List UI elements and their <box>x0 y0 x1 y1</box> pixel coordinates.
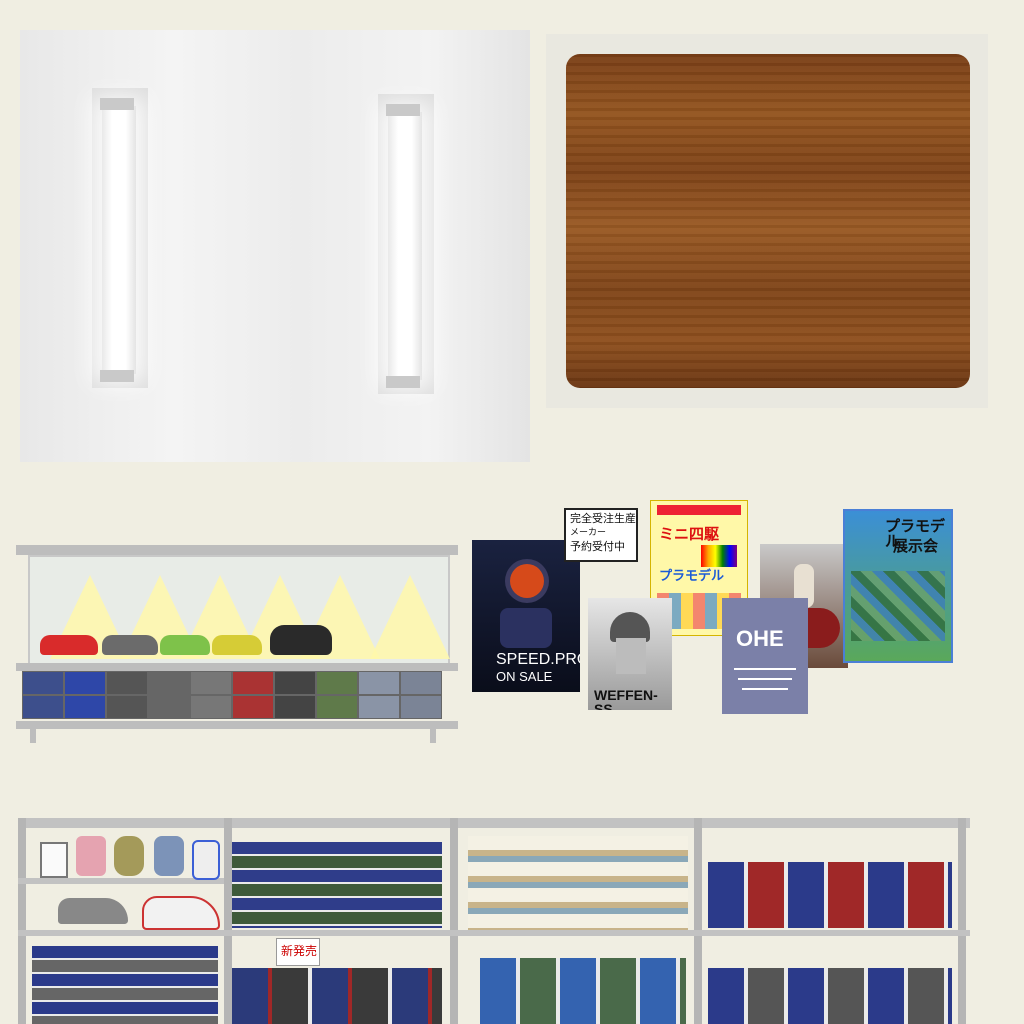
shelf-sign-text: 新発売 <box>281 944 318 958</box>
notice-line-2: メーカー <box>570 527 607 537</box>
ceiling-lamp-right <box>378 94 434 394</box>
glass-case <box>28 555 450 665</box>
case-top-rail <box>16 545 458 555</box>
figure-stand <box>40 842 68 878</box>
model-car-gray <box>102 635 158 655</box>
notice-line-3: 予約受付中 <box>570 541 625 553</box>
display-case <box>16 545 458 745</box>
weffen-label: WEFFEN-SS <box>594 687 658 710</box>
poster-notice[interactable]: 完全受注生産 メーカー 予約受付中 <box>564 508 638 562</box>
plamodel-subtitle: 展示会 <box>893 538 939 555</box>
kit-box-row <box>22 671 452 721</box>
case-bottom-rail <box>16 721 458 729</box>
train-models-rack <box>468 836 688 930</box>
wood-panel <box>566 54 970 388</box>
poster-weffen[interactable]: WEFFEN-SS <box>588 598 672 710</box>
shelf-sign: 新発売 <box>276 938 320 966</box>
notice-line-1: 完全受注生産 <box>570 513 636 525</box>
case-middle-rail <box>16 663 458 671</box>
kit-stack-right-lower <box>708 968 952 1024</box>
poster-plamodel-expo[interactable]: プラモデル 展示会 <box>843 509 953 663</box>
kit-stack-tanks <box>232 842 442 928</box>
mini4wd-title: ミニ四駆 <box>659 526 720 543</box>
model-car-green <box>160 635 210 655</box>
model-car-yellow <box>212 635 262 655</box>
kit-stack-center <box>480 958 686 1024</box>
robot-figure-blue <box>154 836 184 876</box>
vehicle-model-gray <box>58 898 128 924</box>
model-car-red <box>40 635 98 655</box>
kit-stack-cars <box>232 968 442 1024</box>
kit-stack-right-upper <box>708 862 952 928</box>
mini4wd-subtitle: プラモデル <box>659 568 725 583</box>
poster-speed-pros-title: SPEED.PROS <box>496 651 580 668</box>
ceiling-panel <box>20 30 530 462</box>
poster-speed-pros[interactable]: SPEED.PROS ON SALE <box>472 540 580 692</box>
model-car-black <box>270 625 332 655</box>
robot-figure-olive <box>114 836 144 876</box>
ceiling-lamp-left <box>92 88 148 388</box>
poster-ohe[interactable]: OHE <box>722 598 808 714</box>
kit-stack-left <box>32 946 218 1024</box>
robot-figure-pink <box>76 836 106 876</box>
ohe-label: OHE <box>736 626 784 651</box>
poster-speed-pros-subtitle: ON SALE <box>496 669 553 684</box>
store-shelving: 新発売 <box>18 818 970 1024</box>
vehicle-model-white <box>142 896 220 930</box>
robot-figure-white <box>192 840 220 880</box>
